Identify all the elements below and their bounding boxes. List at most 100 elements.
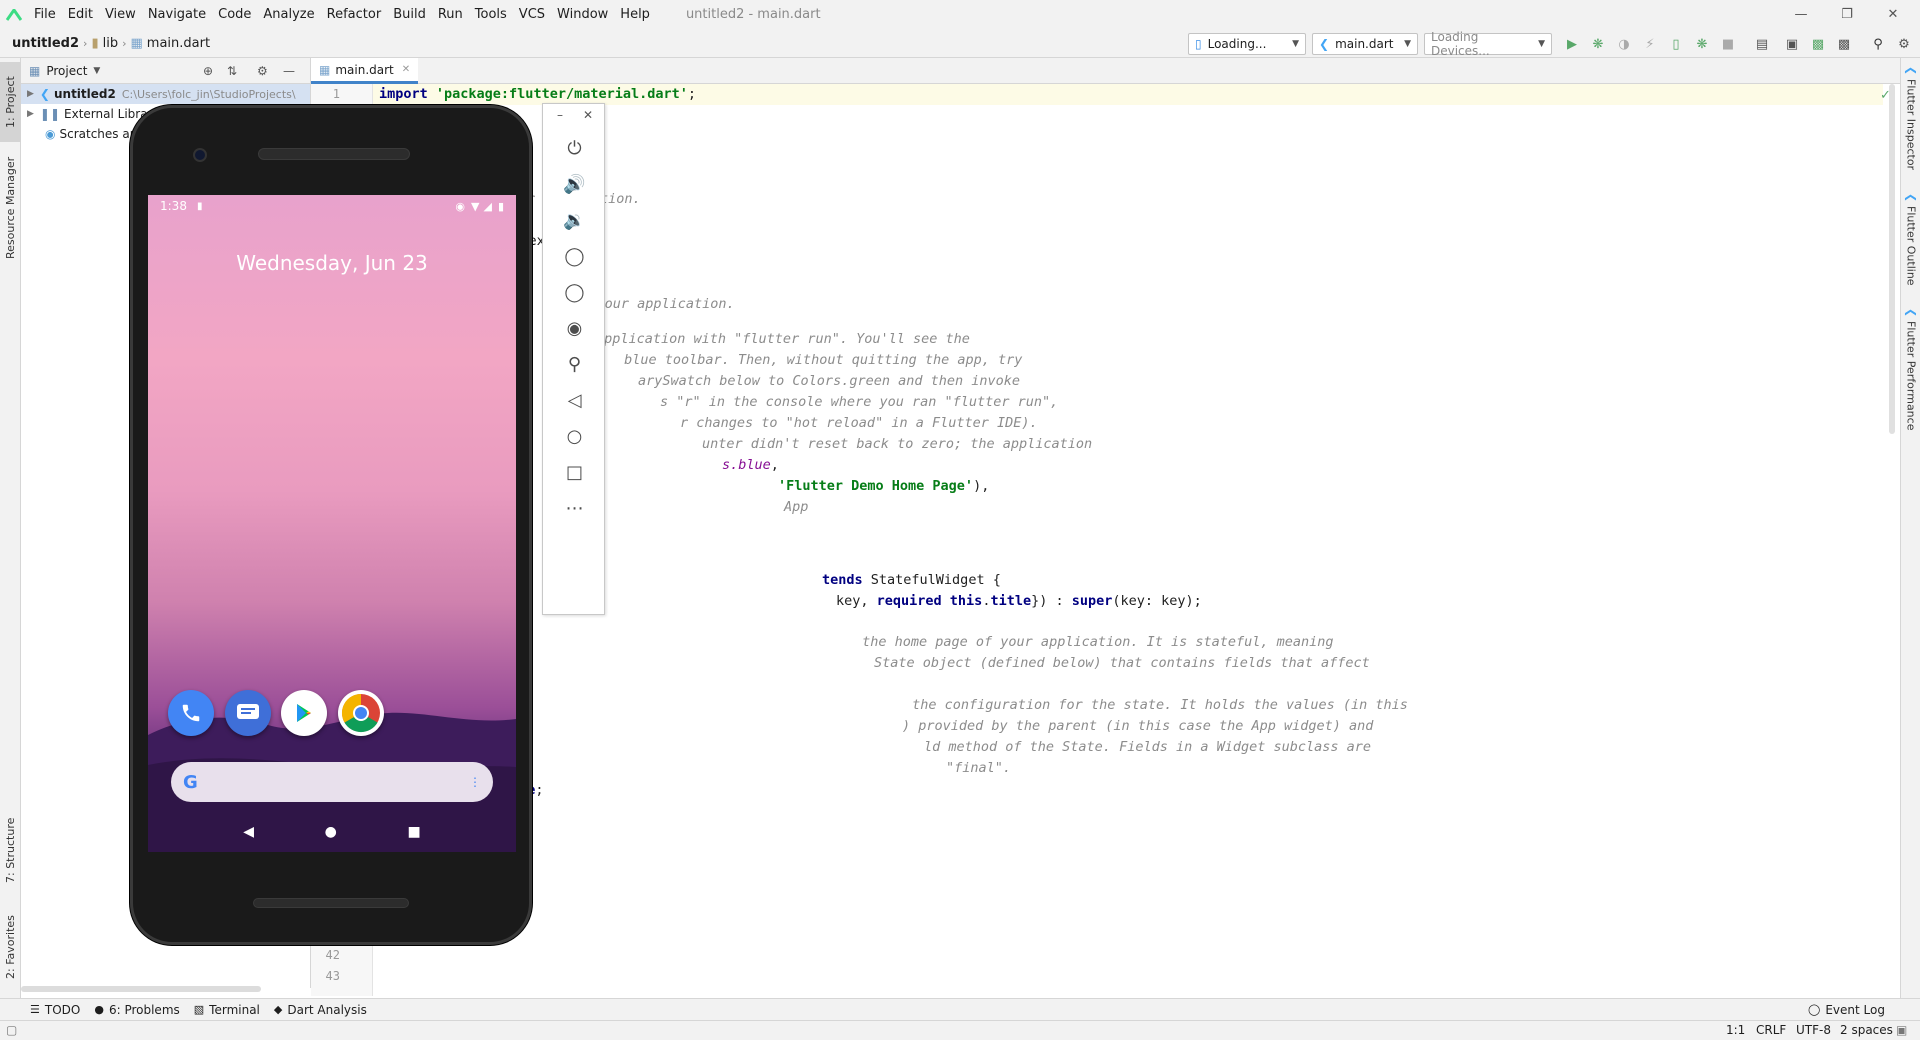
folder-icon: ▮ xyxy=(91,35,99,51)
tab-favorites[interactable]: 2: Favorites xyxy=(0,904,21,990)
project-panel-title[interactable]: Project xyxy=(46,64,87,78)
menu-navigate[interactable]: Navigate xyxy=(142,0,212,29)
tab-flutter-inspector[interactable]: ❮ Flutter Inspector xyxy=(1901,66,1920,176)
menu-edit[interactable]: Edit xyxy=(62,0,99,29)
indent-setting[interactable]: 2 spaces xyxy=(1840,1023,1893,1037)
tab-project[interactable]: 1: Project xyxy=(0,62,21,142)
menu-vcs[interactable]: VCS xyxy=(513,0,551,29)
caret-position[interactable]: 1:1 xyxy=(1726,1023,1745,1037)
hide-panel-icon[interactable]: — xyxy=(283,64,295,78)
file-encoding[interactable]: UTF-8 xyxy=(1796,1023,1831,1037)
menu-analyze[interactable]: Analyze xyxy=(257,0,320,29)
rotate-left-icon[interactable]: ◯ xyxy=(543,242,606,270)
search-icon[interactable]: ⚲ xyxy=(1868,34,1888,54)
messages-app-icon[interactable] xyxy=(225,690,271,736)
locate-file-icon[interactable]: ⊕ xyxy=(203,64,213,78)
home-nav-icon[interactable]: ● xyxy=(325,824,337,840)
play-store-app-icon[interactable] xyxy=(281,690,327,736)
run-icon[interactable]: ▶ xyxy=(1562,34,1582,54)
rotate-right-icon[interactable]: ◯ xyxy=(543,278,606,306)
code-line: State object (defined below) that contai… xyxy=(874,653,1370,674)
menu-file[interactable]: File xyxy=(28,0,62,29)
menu-refactor[interactable]: Refactor xyxy=(321,0,388,29)
screenshot-camera-icon[interactable]: ◉ xyxy=(543,314,606,342)
tab-flutter-outline[interactable]: ❮ Flutter Outline xyxy=(1901,193,1920,293)
overview-icon[interactable]: □ xyxy=(543,458,606,486)
minimize-window-button[interactable]: — xyxy=(1778,0,1824,29)
chevron-down-icon[interactable]: ▼ xyxy=(93,66,100,76)
emulator-close-icon[interactable]: ✕ xyxy=(583,108,593,122)
tab-event-log[interactable]: ◯ Event Log xyxy=(1808,1003,1885,1017)
code-token: r changes to "hot reload" in a Flutter I… xyxy=(680,415,1038,431)
tab-resource-manager[interactable]: Resource Manager xyxy=(0,148,21,268)
google-search-bar[interactable]: G ⋮ xyxy=(171,762,493,802)
debug-icon[interactable]: ❋ xyxy=(1588,34,1608,54)
tab-dart-analysis[interactable]: ◆ Dart Analysis xyxy=(274,1003,367,1017)
menu-tools[interactable]: Tools xyxy=(469,0,513,29)
emulator-minimize-icon[interactable]: – xyxy=(557,108,563,122)
horizontal-scrollbar[interactable] xyxy=(21,986,261,992)
scrollbar-thumb[interactable] xyxy=(1889,84,1895,434)
menu-view[interactable]: View xyxy=(99,0,142,29)
device-selector[interactable]: ▯ Loading... ▼ xyxy=(1188,33,1306,55)
tab-project-label: 1: Project xyxy=(4,76,17,128)
phone-app-icon[interactable] xyxy=(168,690,214,736)
more-options-icon[interactable]: ⋯ xyxy=(543,494,606,522)
zoom-icon[interactable]: ⚲ xyxy=(543,350,606,378)
avd-manager-icon[interactable]: ▣ xyxy=(1782,34,1802,54)
attach-debugger-icon[interactable]: ▯ xyxy=(1666,34,1686,54)
google-assistant-icon[interactable]: ⋮ xyxy=(469,775,481,789)
maximize-window-button[interactable]: ❐ xyxy=(1824,0,1870,29)
menu-build[interactable]: Build xyxy=(387,0,432,29)
editor-vertical-scrollbar[interactable] xyxy=(1887,84,1897,434)
device-manager-icon[interactable]: ▩ xyxy=(1834,34,1854,54)
lock-icon[interactable]: ▣ xyxy=(1896,1023,1907,1037)
stop-icon[interactable]: ■ xyxy=(1718,34,1738,54)
chrome-app-icon[interactable] xyxy=(338,690,384,736)
target-devices-selector[interactable]: Loading Devices... ▼ xyxy=(1424,30,1552,58)
expand-arrow-icon[interactable]: ▶ xyxy=(27,109,34,119)
line-separator[interactable]: CRLF xyxy=(1756,1023,1786,1037)
line-number: 1 xyxy=(332,87,340,101)
menu-code[interactable]: Code xyxy=(212,0,257,29)
hot-reload-icon[interactable]: ⚡ xyxy=(1640,34,1660,54)
menu-window[interactable]: Window xyxy=(551,0,614,29)
run-with-coverage-icon[interactable]: ◑ xyxy=(1614,34,1634,54)
settings-gear-icon[interactable]: ⚙ xyxy=(257,64,268,78)
tab-todo[interactable]: ☰ TODO xyxy=(30,1003,80,1017)
volume-down-icon[interactable]: 🔉 xyxy=(543,206,606,234)
sdk-manager-icon[interactable]: ▩ xyxy=(1808,34,1828,54)
close-window-button[interactable]: ✕ xyxy=(1870,0,1916,29)
breadcrumb-project[interactable]: untitled2 xyxy=(0,36,83,51)
emulator-screen[interactable]: 1:38 ▮ ◉ ▼ ◢ ▮ Wednesday, Jun 23 G ⋮ ◀ ●… xyxy=(148,195,516,852)
back-nav-icon[interactable]: ◀ xyxy=(243,824,254,840)
home-icon[interactable]: ○ xyxy=(543,422,606,450)
editor-tab-main-dart[interactable]: ▦ main.dart ✕ xyxy=(311,58,419,84)
close-icon[interactable]: ✕ xyxy=(402,64,410,75)
tab-problems[interactable]: ● 6: Problems xyxy=(94,1003,179,1017)
code-line: r changes to "hot reload" in a Flutter I… xyxy=(680,413,1038,434)
expand-arrow-icon[interactable]: ▶ xyxy=(27,89,34,99)
volume-up-icon[interactable]: 🔊 xyxy=(543,170,606,198)
project-structure-icon[interactable]: ▤ xyxy=(1752,34,1772,54)
tab-terminal[interactable]: ▧ Terminal xyxy=(194,1003,260,1017)
tab-dart-analysis-label: Dart Analysis xyxy=(287,1002,367,1017)
back-icon[interactable]: ◁ xyxy=(543,386,606,414)
tree-item-label: untitled2 xyxy=(53,87,116,101)
code-line: key, required this.title}) : super(key: … xyxy=(836,591,1202,612)
menu-run[interactable]: Run xyxy=(432,0,469,29)
overview-nav-icon[interactable]: ■ xyxy=(407,824,420,840)
tab-structure[interactable]: 7: Structure xyxy=(0,808,21,892)
tree-item-project-root[interactable]: ▶ ❮ untitled2 C:\Users\folc_jin\StudioPr… xyxy=(21,84,310,104)
run-config-selector[interactable]: ❮ main.dart ▼ xyxy=(1312,33,1418,55)
menu-help[interactable]: Help xyxy=(614,0,656,29)
collapse-all-icon[interactable]: ⇅ xyxy=(227,64,237,78)
tab-flutter-performance[interactable]: ❮ Flutter Performance xyxy=(1901,308,1920,438)
breadcrumb-file[interactable]: ▦ main.dart xyxy=(126,36,214,51)
code-token: the configuration for the state. It hold… xyxy=(904,697,1408,713)
profile-icon[interactable]: ❋ xyxy=(1692,34,1712,54)
breadcrumb-folder[interactable]: ▮ lib xyxy=(87,36,122,51)
settings-gear-icon[interactable]: ⚙ xyxy=(1894,34,1914,54)
power-icon[interactable]: ⏻ xyxy=(543,134,606,162)
tool-windows-toggle-icon[interactable]: ▢ xyxy=(6,1023,17,1037)
